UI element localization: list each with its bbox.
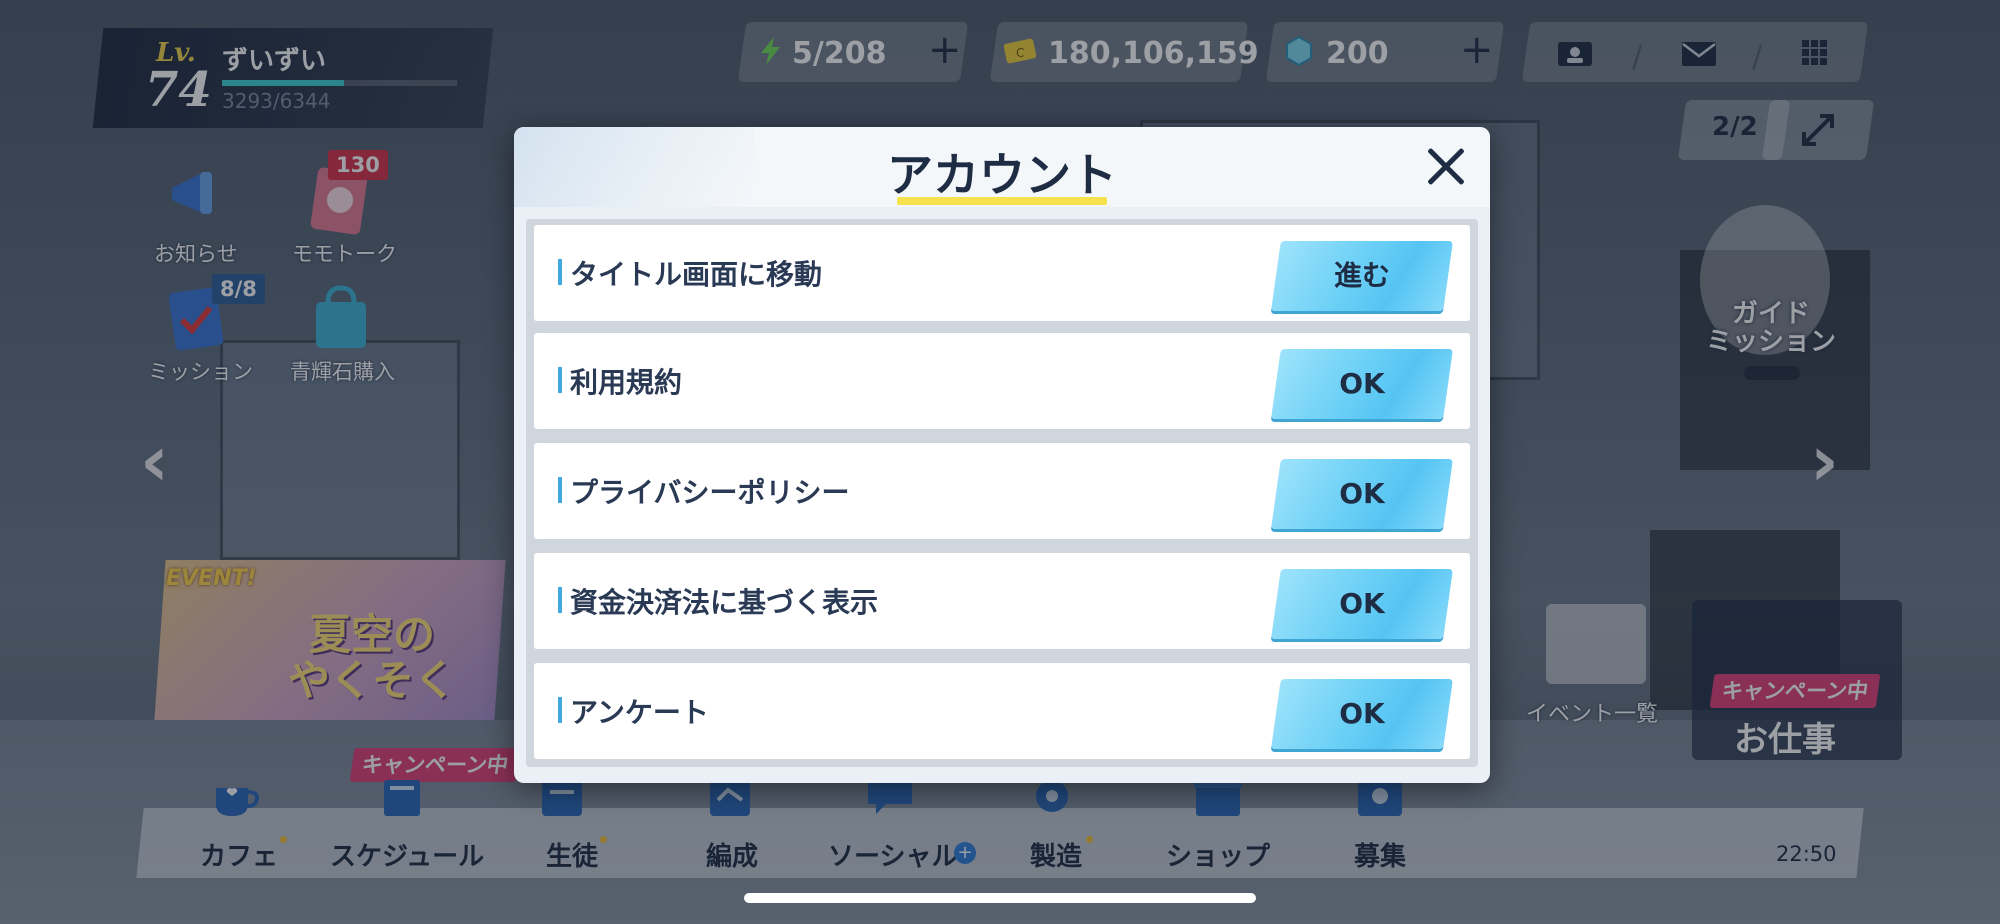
row-label: タイトル画面に移動 — [570, 258, 823, 291]
list-item-payment-act: 資金決済法に基づく表示 OK — [534, 553, 1470, 649]
row-label: 利用規約 — [570, 366, 683, 399]
close-button[interactable] — [1414, 135, 1478, 199]
list-item-title-screen: タイトル画面に移動 進む — [534, 225, 1470, 321]
list-item-survey: アンケート OK — [534, 663, 1470, 759]
row-accent-bar — [558, 587, 562, 613]
payment-act-ok-button[interactable] — [1271, 569, 1453, 639]
list-item-privacy: プライバシーポリシー OK — [534, 443, 1470, 539]
row-label: プライバシーポリシー — [570, 476, 850, 509]
row-label: アンケート — [570, 696, 709, 729]
account-dialog: アカウント タイトル画面に移動 進む 利用規約 OK プライバシーポリシー OK… — [514, 127, 1490, 783]
list-item-terms: 利用規約 OK — [534, 333, 1470, 429]
row-accent-bar — [558, 259, 562, 285]
row-label: 資金決済法に基づく表示 — [570, 586, 879, 619]
row-accent-bar — [558, 367, 562, 393]
dialog-title: アカウント — [887, 148, 1117, 202]
home-indicator[interactable] — [744, 893, 1256, 903]
terms-ok-button[interactable] — [1271, 349, 1453, 419]
privacy-ok-button[interactable] — [1271, 459, 1453, 529]
account-options-list: タイトル画面に移動 進む 利用規約 OK プライバシーポリシー OK 資金決済法… — [526, 219, 1478, 767]
survey-ok-button[interactable] — [1271, 679, 1453, 749]
title-underline — [897, 197, 1107, 205]
proceed-button[interactable] — [1271, 241, 1453, 311]
row-accent-bar — [558, 697, 562, 723]
row-accent-bar — [558, 477, 562, 503]
